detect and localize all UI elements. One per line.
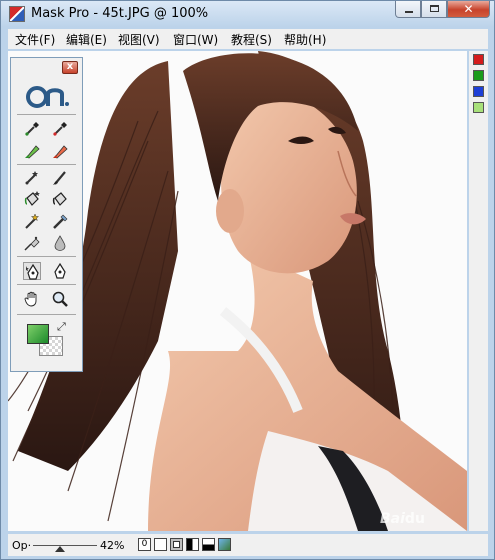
view-mode-button-2[interactable] [170, 538, 183, 551]
brush-icon[interactable] [51, 168, 69, 186]
menu-file[interactable]: 文件(F) [15, 31, 55, 48]
zoom-readout: 42% [100, 539, 125, 552]
eraser-icon[interactable] [23, 234, 41, 252]
opacity-slider[interactable] [33, 545, 97, 546]
foreground-color-swatch[interactable] [27, 324, 49, 344]
tool-separator [17, 314, 76, 315]
tool-palette[interactable]: x ⤢ [10, 57, 83, 372]
menu-edit[interactable]: 编辑(E) [66, 31, 107, 48]
tool-palette-close-button[interactable]: x [62, 61, 78, 74]
menu-view[interactable]: 视图(V) [118, 31, 160, 48]
maximize-icon [430, 5, 439, 12]
keep-eyedropper-icon[interactable] [23, 120, 41, 138]
tool-separator [17, 114, 76, 115]
menu-bar: 文件(F) 编辑(E) 视图(V) 窗口(W) 教程(S) 帮助(H) [8, 29, 488, 49]
magic-brush-icon[interactable] [23, 168, 41, 186]
status-bar: Op· 42% 0 [8, 534, 488, 556]
keep-highlighter-icon[interactable] [23, 142, 41, 160]
hand-icon[interactable] [23, 290, 41, 308]
opacity-slider-thumb[interactable] [54, 546, 65, 552]
zoom-icon[interactable] [51, 290, 69, 308]
close-icon: ✕ [463, 2, 474, 16]
pen-icon[interactable] [51, 262, 69, 280]
maximize-button[interactable] [421, 1, 447, 18]
close-button[interactable]: ✕ [447, 1, 490, 18]
tool-palette-header[interactable]: x [11, 58, 82, 76]
color-swatches [469, 51, 488, 531]
tool-separator [17, 284, 76, 285]
tool-separator [17, 164, 76, 165]
bucket-icon[interactable] [51, 190, 69, 208]
drop-highlighter-icon[interactable] [51, 142, 69, 160]
swatch-green[interactable] [473, 70, 484, 81]
drop-eyedropper-icon[interactable] [51, 120, 69, 138]
magic-pen-icon[interactable] [23, 262, 41, 280]
view-mode-button-5[interactable] [218, 538, 231, 551]
tool-separator [17, 256, 76, 257]
minimize-icon [405, 11, 413, 13]
chisel-icon[interactable] [51, 212, 69, 230]
minimize-button[interactable] [395, 1, 421, 18]
swatch-red[interactable] [473, 54, 484, 65]
menu-window[interactable]: 窗口(W) [173, 31, 218, 48]
view-mode-button-3[interactable] [186, 538, 199, 551]
menu-tutorial[interactable]: 教程(S) [231, 31, 272, 48]
window-controls: ✕ [395, 1, 490, 19]
mask-pro-app-icon[interactable] [9, 6, 25, 22]
view-mode-button-0[interactable]: 0 [138, 538, 151, 551]
swap-colors-icon[interactable]: ⤢ [57, 320, 66, 334]
swatch-custom[interactable] [473, 102, 484, 113]
blur-icon[interactable] [51, 234, 69, 252]
window-title: Mask Pro - 45t.JPG @ 100% [31, 6, 209, 21]
magic-wand-icon[interactable] [23, 212, 41, 230]
app-window: Mask Pro - 45t.JPG @ 100% ✕ 文件(F) 编辑(E) … [0, 0, 495, 560]
menu-help[interactable]: 帮助(H) [284, 31, 326, 48]
swatch-blue[interactable] [473, 86, 484, 97]
onOne-logo [23, 86, 71, 108]
title-bar[interactable]: Mask Pro - 45t.JPG @ 100% ✕ [1, 1, 494, 27]
opacity-label: Op· [12, 539, 32, 552]
magic-bucket-icon[interactable] [23, 190, 41, 208]
baidu-watermark: Baidu [380, 511, 425, 527]
view-mode-button-1[interactable] [154, 538, 167, 551]
view-mode-button-4[interactable] [202, 538, 215, 551]
